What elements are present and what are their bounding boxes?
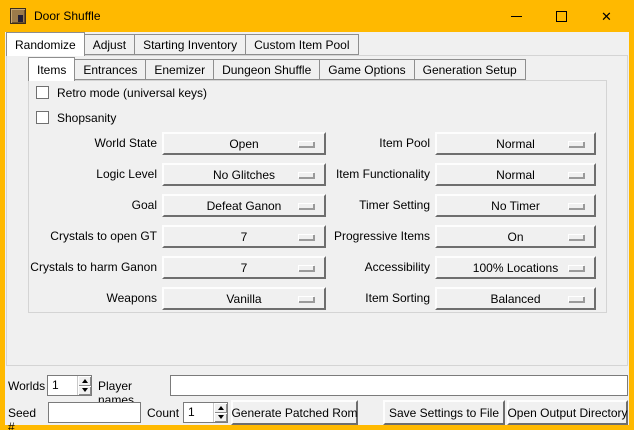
- spin-up-button[interactable]: [78, 376, 91, 386]
- arrow-down-icon: [82, 388, 88, 392]
- title-bar: Door Shuffle ✕: [0, 0, 634, 32]
- goal-value: Defeat Ganon: [207, 199, 282, 213]
- crystals-gt-label: Crystals to open GT: [22, 229, 157, 243]
- progressive-items-dropdown[interactable]: On: [435, 225, 596, 248]
- item-sorting-value: Balanced: [490, 292, 540, 306]
- maximize-icon: [556, 11, 567, 22]
- retro-mode-checkbox[interactable]: [36, 86, 49, 99]
- arrow-up-icon: [218, 406, 224, 410]
- close-icon: ✕: [601, 10, 612, 23]
- timer-setting-label: Timer Setting: [305, 198, 430, 212]
- accessibility-value: 100% Locations: [473, 261, 558, 275]
- tab-custom-item-pool[interactable]: Custom Item Pool: [245, 34, 358, 55]
- accessibility-dropdown[interactable]: 100% Locations: [435, 256, 596, 279]
- weapons-value: Vanilla: [226, 292, 261, 306]
- count-spinbox[interactable]: 1: [183, 402, 228, 423]
- item-sorting-label: Item Sorting: [305, 291, 430, 305]
- player-names-input[interactable]: [170, 375, 628, 396]
- dropdown-indicator-icon: [568, 234, 584, 240]
- tab-dungeon-shuffle[interactable]: Dungeon Shuffle: [213, 59, 320, 80]
- app-window: Door Shuffle ✕ Randomize Adjust Starting…: [0, 0, 634, 430]
- seed-label: Seed #: [8, 406, 46, 430]
- open-output-directory-button[interactable]: Open Output Directory: [507, 400, 628, 425]
- crystals-ganon-dropdown[interactable]: 7: [162, 256, 326, 279]
- dropdown-indicator-icon: [568, 296, 584, 302]
- main-tab-bar: Randomize Adjust Starting Inventory Cust…: [6, 32, 359, 56]
- shopsanity-label: Shopsanity: [57, 111, 116, 125]
- window-controls: ✕: [494, 0, 629, 32]
- tab-starting-inventory[interactable]: Starting Inventory: [134, 34, 246, 55]
- logic-level-label: Logic Level: [22, 167, 157, 181]
- count-label: Count: [147, 406, 181, 420]
- spin-up-button[interactable]: [214, 403, 227, 413]
- crystals-gt-value: 7: [241, 230, 248, 244]
- crystals-ganon-label: Crystals to harm Ganon: [22, 260, 157, 274]
- count-value: 1: [184, 403, 213, 422]
- seed-input[interactable]: [48, 402, 141, 423]
- retro-mode-label: Retro mode (universal keys): [57, 86, 207, 100]
- world-state-dropdown[interactable]: Open: [162, 132, 326, 155]
- close-button[interactable]: ✕: [584, 0, 629, 32]
- door-app-icon: [10, 8, 26, 24]
- tab-adjust[interactable]: Adjust: [84, 34, 135, 55]
- worlds-spin-arrows: [77, 376, 91, 395]
- minimize-icon: [511, 16, 522, 17]
- maximize-button[interactable]: [539, 0, 584, 32]
- window-title: Door Shuffle: [34, 9, 101, 23]
- tab-game-options[interactable]: Game Options: [319, 59, 414, 80]
- dropdown-indicator-icon: [568, 172, 584, 178]
- dropdown-indicator-icon: [568, 141, 584, 147]
- progressive-items-label: Progressive Items: [305, 229, 430, 243]
- item-functionality-dropdown[interactable]: Normal: [435, 163, 596, 186]
- progressive-items-value: On: [507, 230, 523, 244]
- timer-setting-dropdown[interactable]: No Timer: [435, 194, 596, 217]
- tab-items[interactable]: Items: [28, 57, 75, 81]
- item-pool-dropdown[interactable]: Normal: [435, 132, 596, 155]
- crystals-gt-dropdown[interactable]: 7: [162, 225, 326, 248]
- world-state-label: World State: [22, 136, 157, 150]
- world-state-value: Open: [229, 137, 258, 151]
- weapons-dropdown[interactable]: Vanilla: [162, 287, 326, 310]
- spin-down-button[interactable]: [78, 386, 91, 396]
- tab-enemizer[interactable]: Enemizer: [145, 59, 214, 80]
- item-sorting-dropdown[interactable]: Balanced: [435, 287, 596, 310]
- crystals-ganon-value: 7: [241, 261, 248, 275]
- goal-label: Goal: [22, 198, 157, 212]
- sub-tab-bar: Items Entrances Enemizer Dungeon Shuffle…: [28, 57, 526, 81]
- tab-randomize[interactable]: Randomize: [6, 32, 85, 56]
- tab-generation-setup[interactable]: Generation Setup: [414, 59, 526, 80]
- shopsanity-checkbox[interactable]: [36, 111, 49, 124]
- worlds-spinbox[interactable]: 1: [47, 375, 92, 396]
- dropdown-indicator-icon: [568, 203, 584, 209]
- tab-entrances[interactable]: Entrances: [74, 59, 146, 80]
- worlds-value: 1: [48, 376, 77, 395]
- item-functionality-value: Normal: [496, 168, 535, 182]
- item-functionality-label: Item Functionality: [305, 167, 430, 181]
- item-pool-value: Normal: [496, 137, 535, 151]
- generate-patched-rom-button[interactable]: Generate Patched Rom: [231, 400, 358, 425]
- timer-setting-value: No Timer: [491, 199, 540, 213]
- spin-down-button[interactable]: [214, 413, 227, 423]
- item-pool-label: Item Pool: [305, 136, 430, 150]
- count-spin-arrows: [213, 403, 227, 422]
- logic-level-value: No Glitches: [213, 168, 275, 182]
- logic-level-dropdown[interactable]: No Glitches: [162, 163, 326, 186]
- dropdown-indicator-icon: [568, 265, 584, 271]
- arrow-down-icon: [218, 415, 224, 419]
- goal-dropdown[interactable]: Defeat Ganon: [162, 194, 326, 217]
- save-settings-button[interactable]: Save Settings to File: [383, 400, 505, 425]
- accessibility-label: Accessibility: [305, 260, 430, 274]
- worlds-label: Worlds: [8, 379, 44, 393]
- weapons-label: Weapons: [22, 291, 157, 305]
- minimize-button[interactable]: [494, 0, 539, 32]
- arrow-up-icon: [82, 379, 88, 383]
